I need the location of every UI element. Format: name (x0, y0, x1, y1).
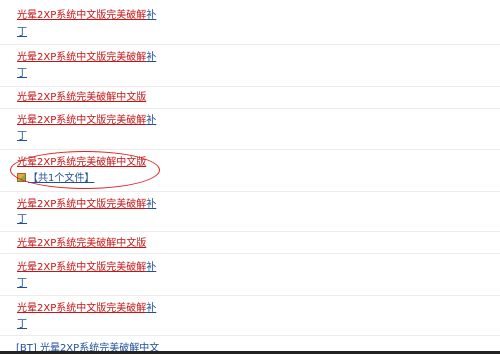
result-link[interactable]: 光晕2XP系统完美破解中文版 (17, 157, 146, 168)
result-link-tail[interactable]: 补 (146, 199, 156, 210)
result-link-wrap[interactable]: 丁 (17, 278, 27, 289)
result-link[interactable]: 光晕2XP系统中文版完美破解 (17, 52, 146, 63)
result-link-tail[interactable]: 补 (146, 115, 156, 126)
result-item: 光晕2XP系统中文版完美破解补 丁 (0, 296, 500, 336)
result-link-tail[interactable]: 补 (146, 303, 156, 314)
result-item: 光晕2XP系统完美破解中文版 (0, 232, 500, 254)
result-link-wrap[interactable]: 丁 (17, 214, 27, 225)
result-item: 光晕2XP系统中文版完美破解补 丁 (0, 0, 500, 45)
result-link[interactable]: 光晕2XP系统完美破解中文版 (17, 238, 146, 249)
result-link-tail[interactable]: 补 (146, 52, 156, 63)
result-item: 光晕2XP系统完美破解中文版 (0, 87, 500, 109)
file-icon (17, 173, 26, 182)
result-link[interactable]: 光晕2XP系统中文版完美破解 (17, 303, 146, 314)
result-link-tail[interactable]: 补 (146, 10, 156, 21)
result-item: 光晕2XP系统中文版完美破解补 丁 (0, 45, 500, 87)
result-item: 光晕2XP系统完美破解中文版 【共1个文件】 (0, 150, 500, 192)
result-item: 光晕2XP系统中文版完美破解补 丁 (0, 109, 500, 150)
result-link[interactable]: 光晕2XP系统中文版完美破解 (17, 199, 146, 210)
result-link-wrap[interactable]: 丁 (17, 68, 27, 79)
result-link-wrap[interactable]: 丁 (17, 27, 27, 38)
result-link[interactable]: 光晕2XP系统中文版完美破解 (17, 262, 146, 273)
result-link-wrap[interactable]: 丁 (17, 319, 27, 330)
result-link[interactable]: 光晕2XP系统中文版完美破解 (17, 115, 146, 126)
result-link-wrap[interactable]: 丁 (17, 131, 27, 142)
result-link[interactable]: 光晕2XP系统完美破解中文版 (17, 92, 146, 103)
result-item: 光晕2XP系统中文版完美破解补 丁 (0, 254, 500, 296)
file-count-link[interactable]: 【共1个文件】 (28, 173, 94, 184)
result-item: 光晕2XP系统中文版完美破解补 丁 (0, 192, 500, 232)
result-link[interactable]: 光晕2XP系统中文版完美破解 (17, 10, 146, 21)
result-link-tail[interactable]: 补 (146, 262, 156, 273)
